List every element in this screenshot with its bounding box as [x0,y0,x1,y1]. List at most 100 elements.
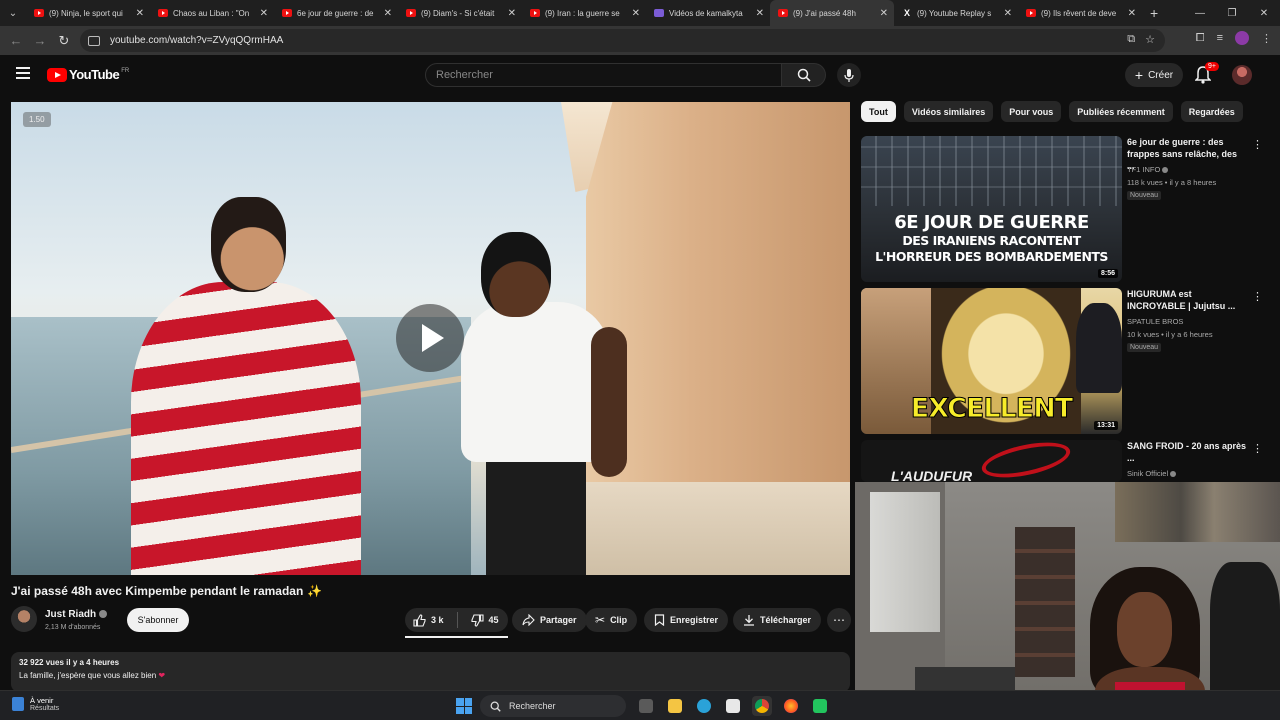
back-arrow-icon[interactable]: ← [4,33,28,48]
like-dislike-group: 3 k 45 [405,608,508,632]
browser-tab-2[interactable]: Chaos au Liban : "On ✕ [150,0,274,26]
video-thumbnail[interactable]: 6E JOUR DE GUERRE DES IRANIENS RACONTENT… [861,136,1122,282]
tab-close-icon[interactable]: ✕ [136,8,144,19]
new-tab-plus-icon[interactable]: + [1150,5,1158,21]
chip-related[interactable]: Vidéos similaires [903,101,994,122]
tab-close-icon[interactable]: ✕ [1004,8,1012,19]
windows-start-icon[interactable] [456,698,472,714]
media-controls-icon[interactable]: ≡ [1217,32,1223,44]
edge-icon[interactable] [694,696,714,716]
recommended-title[interactable]: HIGURUMA est INCROYABLE | Jujutsu ... [1127,288,1247,312]
kebab-menu-icon[interactable]: ⋮ [1252,138,1263,151]
browser-tab-8[interactable]: X (9) Youtube Replay s ✕ [894,0,1018,26]
video-thumbnail[interactable]: EXCELLENT 13:31 [861,288,1122,434]
recommended-title[interactable]: SANG FROID - 20 ans après ... [1127,440,1247,464]
browser-menu-icon[interactable]: ⋮ [1261,32,1272,45]
like-button[interactable]: 3 k [405,608,452,632]
play-button-icon[interactable] [396,304,464,372]
widgets-button[interactable]: À venir Résultats [12,696,59,712]
chip-watched[interactable]: Regardées [1180,101,1243,122]
browser-tab-3[interactable]: 6e jour de guerre : de ✕ [274,0,398,26]
search-button[interactable] [782,63,826,87]
site-info-icon[interactable] [88,35,100,46]
close-window-icon[interactable]: ✕ [1248,8,1280,19]
search-placeholder: Rechercher [436,69,493,81]
account-avatar[interactable] [1232,65,1252,85]
save-button[interactable]: Enregistrer [644,608,729,632]
chip-recent[interactable]: Publiées récemment [1069,101,1173,122]
bookmark-star-icon[interactable]: ☆ [1145,33,1155,46]
tab-title: 6e jour de guerre : de [297,8,374,18]
recommended-video[interactable]: 6E JOUR DE GUERRE DES IRANIENS RACONTENT… [861,136,1263,282]
minimize-icon[interactable]: — [1184,8,1216,19]
description-box[interactable]: 32 922 vues il y a 4 heures La famille, … [11,652,850,692]
dislike-button[interactable]: 45 [463,608,507,632]
create-button[interactable]: + Créer [1125,63,1183,87]
video-player[interactable]: 1.50 [11,102,850,575]
video-title-text: J'ai passé 48h avec Kimpembe pendant le … [11,584,304,598]
recommended-channel[interactable]: Sinik Officiel [1127,469,1177,478]
share-button[interactable]: Partager [512,608,587,632]
browser-tab-6[interactable]: Vidéos de kamalkyta ✕ [646,0,770,26]
x-favicon-icon: X [903,8,910,18]
tab-title: (9) Diam's - Si c'était [421,8,495,18]
description-text-body: La famille, j'espère que vous allez bien [19,671,157,680]
forward-arrow-icon[interactable]: → [28,33,52,48]
youtube-logo[interactable]: YouTube FR [47,67,129,82]
chrome-icon[interactable] [752,696,772,716]
task-view-icon[interactable] [636,696,656,716]
microphone-icon [844,68,854,82]
taskbar-search[interactable]: Rechercher [480,695,626,717]
tab-close-icon[interactable]: ✕ [508,8,516,19]
recommended-video[interactable]: L'AUDUFUR SANG FROID - 20 ans après ... … [861,440,1263,482]
chip-all[interactable]: Tout [861,101,896,122]
chip-for-you[interactable]: Pour vous [1001,101,1062,122]
thumbs-up-icon [413,613,426,627]
clip-button[interactable]: ✂ Clip [585,608,638,632]
channel-name[interactable]: Just Riadh [45,609,108,620]
tab-close-icon[interactable]: ✕ [632,8,640,19]
kebab-menu-icon[interactable]: ⋮ [1252,290,1263,303]
profile-avatar-icon[interactable] [1235,31,1249,45]
tab-close-icon[interactable]: ✕ [384,8,392,19]
browser-tab-5[interactable]: (9) Iran : la guerre se ✕ [522,0,646,26]
kebab-menu-icon[interactable]: ⋮ [1252,442,1263,455]
install-app-icon[interactable]: ⧉ [1127,33,1135,46]
more-actions-icon[interactable]: ⋯ [827,608,851,632]
dislike-count: 45 [488,615,499,625]
green-app-icon[interactable] [810,696,830,716]
browser-tab-9[interactable]: (9) Ils rêvent de deve ✕ [1018,0,1142,26]
browser-toolbar: ← → ↻ youtube.com/watch?v=ZVyqQQrmHAA ⧉ … [0,26,1280,55]
firefox-icon[interactable] [781,696,801,716]
tab-close-icon[interactable]: ✕ [756,8,764,19]
file-explorer-icon[interactable] [665,696,685,716]
voice-search-button[interactable] [837,63,861,87]
browser-tab-1[interactable]: (9) Ninja, le sport qui ✕ [26,0,150,26]
recommended-channel[interactable]: SPATULE BROS [1127,317,1183,326]
address-bar[interactable]: youtube.com/watch?v=ZVyqQQrmHAA ⧉ ☆ [80,29,1165,52]
reload-icon[interactable]: ↻ [52,33,76,49]
playback-speed-badge: 1.50 [23,112,51,127]
tab-close-icon[interactable]: ✕ [1128,8,1136,19]
search-input[interactable]: Rechercher [425,63,782,87]
widget-subtitle: Résultats [30,705,60,712]
recommended-channel[interactable]: TF1 INFO [1127,165,1169,174]
download-button[interactable]: Télécharger [733,608,822,632]
tab-search-chevron-icon[interactable]: ⌄ [0,0,26,26]
subscribe-button[interactable]: S'abonner [127,608,189,632]
notification-count-badge: 9+ [1205,62,1219,71]
tab-close-icon[interactable]: ✕ [260,8,268,19]
heart-emoji: ❤ [158,671,166,680]
region-code: FR [121,67,130,74]
browser-tab-active[interactable]: (9) J'ai passé 48h ✕ [770,0,894,26]
verified-check-icon [99,610,108,619]
channel-avatar[interactable] [11,606,37,632]
video-thumbnail[interactable]: L'AUDUFUR [861,440,1122,482]
tab-close-icon[interactable]: ✕ [880,8,888,19]
store-icon[interactable] [723,696,743,716]
browser-tab-4[interactable]: (9) Diam's - Si c'était ✕ [398,0,522,26]
hamburger-menu-icon[interactable] [16,67,30,79]
recommended-video[interactable]: EXCELLENT 13:31 HIGURUMA est INCROYABLE … [861,288,1263,434]
extensions-puzzle-icon[interactable]: ⧠ [1196,32,1205,45]
maximize-icon[interactable]: ❐ [1216,8,1248,19]
